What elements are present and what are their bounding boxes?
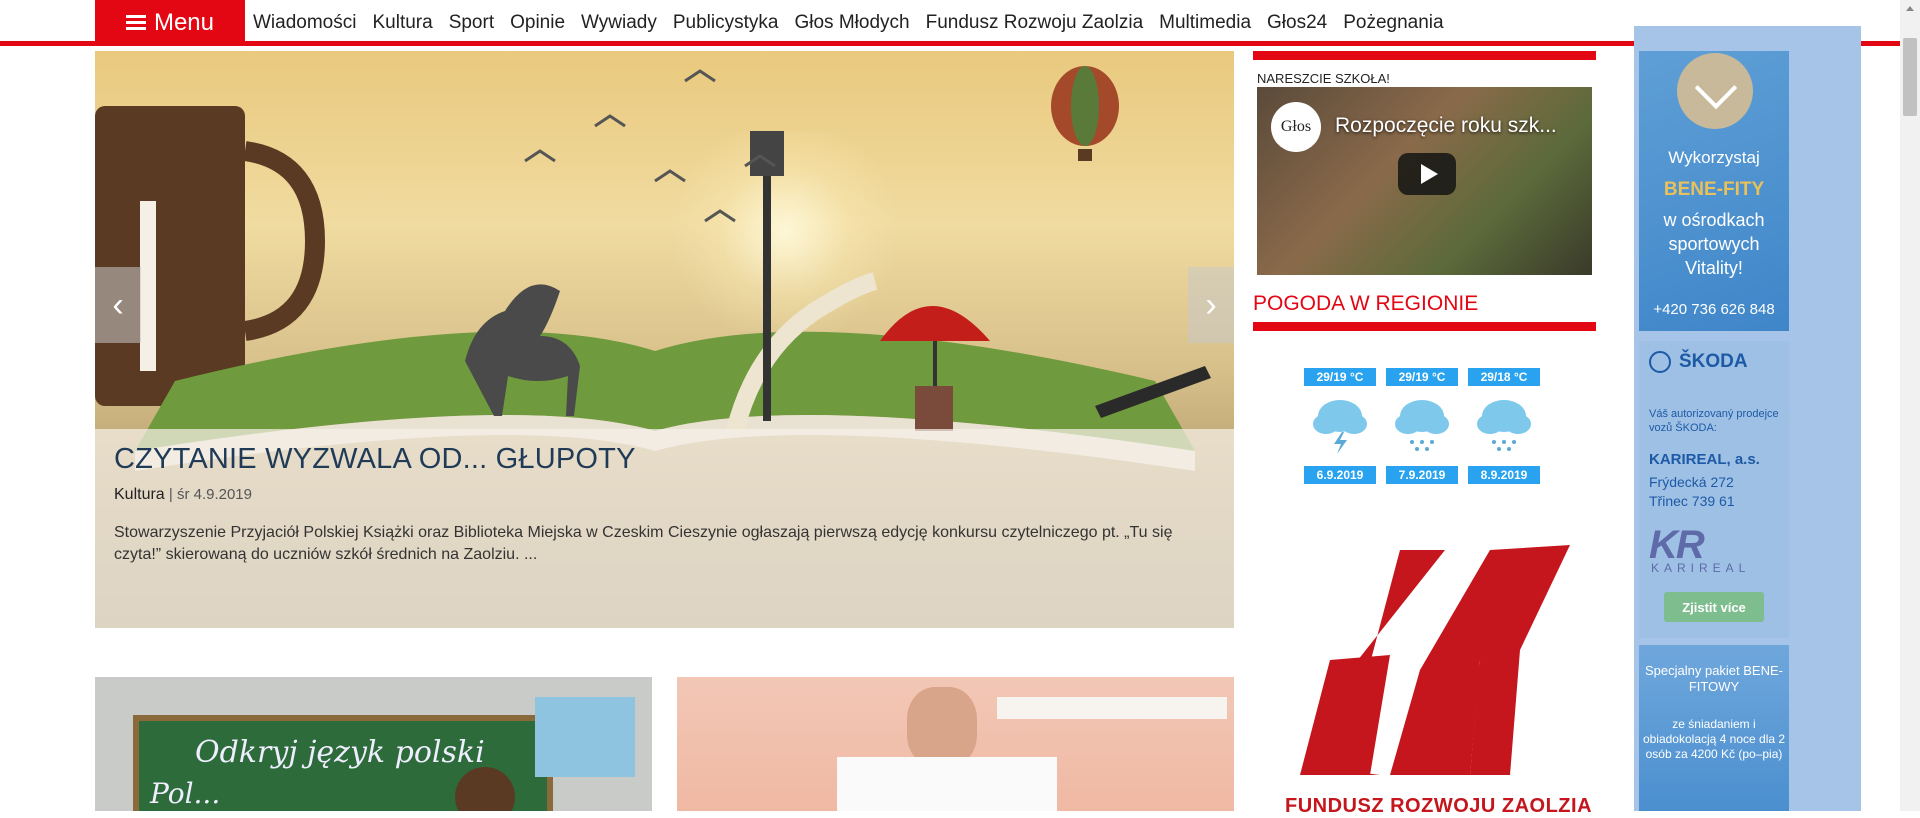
channel-logo: Głos bbox=[1271, 102, 1321, 152]
ad-text: Specjalny pakiet BENE-FITOWY bbox=[1644, 663, 1783, 694]
ad-text: Wykorzystaj bbox=[1668, 148, 1760, 167]
scroll-up-icon[interactable] bbox=[1903, 2, 1917, 16]
weather-day: 29/18 °C 8.9.2019 bbox=[1468, 368, 1540, 484]
kr-logo-text: KARIREAL bbox=[1651, 561, 1751, 575]
nav-item-glos24[interactable]: Głos24 bbox=[1267, 12, 1327, 34]
nav-item-glos-mlodych[interactable]: Głos Młodych bbox=[794, 12, 909, 34]
nav-item-wiadomosci[interactable]: Wiadomości bbox=[253, 12, 356, 34]
dealer-name: KARIREAL, a.s. bbox=[1649, 451, 1760, 468]
ad-text: w ośrodkach sportowych Vitality! bbox=[1663, 210, 1765, 278]
dealer-address: Frýdecká 272 Třinec 739 61 bbox=[1649, 473, 1735, 511]
address-line: Frýdecká 272 bbox=[1649, 474, 1734, 490]
nav-item-fundusz[interactable]: Fundusz Rozwoju Zaolzia bbox=[926, 12, 1144, 34]
menu-button[interactable]: Menu bbox=[95, 0, 245, 46]
play-icon[interactable] bbox=[1398, 153, 1456, 195]
weather-temp: 29/18 °C bbox=[1468, 368, 1540, 386]
menu-label: Menu bbox=[153, 9, 215, 36]
rain-cloud-icon bbox=[1477, 400, 1531, 451]
article-thumbnail[interactable]: Odkryj język polski Pol... bbox=[95, 677, 652, 811]
video-title[interactable]: Rozpoczęcie roku szk... bbox=[1335, 114, 1557, 138]
fundusz-logo[interactable] bbox=[1280, 540, 1580, 795]
hero-date: | śr 4.9.2019 bbox=[168, 486, 252, 503]
main-nav: Wiadomości Kultura Sport Opinie Wywiady … bbox=[253, 0, 1460, 46]
fundusz-text: FUNDUSZ ROZWOJU ZAOLZIA bbox=[1285, 795, 1593, 817]
address-line: Třinec 739 61 bbox=[1649, 493, 1735, 509]
drawing-image bbox=[535, 697, 635, 777]
shirt-image bbox=[837, 757, 1057, 811]
hero-meta: Kultura | śr 4.9.2019 bbox=[114, 486, 1215, 504]
ad-text: Váš autorizovaný prodejce vozů ŠKODA: bbox=[1649, 408, 1779, 434]
ad-text: BENE-FITY bbox=[1663, 179, 1765, 200]
hero-caption: CZYTANIE WYZWALA OD... GŁUPOTY Kultura |… bbox=[95, 429, 1234, 628]
slider-next-arrow[interactable]: › bbox=[1188, 267, 1234, 343]
person-image bbox=[907, 687, 977, 767]
article-thumbnail[interactable] bbox=[677, 677, 1234, 811]
ad-banner-skoda[interactable]: ŠKODA Váš autorizovaný prodejce vozů ŠKO… bbox=[1639, 341, 1789, 638]
rain-cloud-icon bbox=[1395, 400, 1449, 451]
hero-slider[interactable]: ‹ › CZYTANIE WYZWALA OD... GŁUPOTY Kultu… bbox=[95, 51, 1234, 628]
weather-day: 29/19 °C 6.9.2019 bbox=[1304, 368, 1376, 484]
brand-name: ŠKODA bbox=[1679, 351, 1748, 373]
hero-title[interactable]: CZYTANIE WYZWALA OD... GŁUPOTY bbox=[114, 443, 1215, 476]
video-label: NARESZCIE SZKOŁA! bbox=[1257, 71, 1390, 86]
nav-item-sport[interactable]: Sport bbox=[449, 12, 494, 34]
hero-excerpt: Stowarzyszenie Przyjaciół Polskiej Książ… bbox=[114, 524, 1173, 563]
storm-cloud-icon bbox=[1313, 400, 1367, 454]
divider-bar bbox=[1253, 51, 1596, 60]
air-conditioner-image bbox=[997, 697, 1227, 719]
hamburger-icon bbox=[125, 15, 146, 31]
nav-item-kultura[interactable]: Kultura bbox=[372, 12, 432, 34]
nav-item-multimedia[interactable]: Multimedia bbox=[1159, 12, 1251, 34]
weather-date: 8.9.2019 bbox=[1468, 466, 1540, 484]
weather-day: 29/19 °C 7.9.2019 bbox=[1386, 368, 1458, 484]
ad-text: ze śniadaniem i obiadokolacją 4 noce dla… bbox=[1642, 717, 1786, 761]
chalkboard-text: Pol... bbox=[150, 777, 221, 810]
checkmark-icon bbox=[1677, 53, 1753, 129]
page-scrollbar[interactable] bbox=[1900, 0, 1920, 811]
chalkboard-text: Odkryj język polski bbox=[195, 735, 485, 770]
slider-prev-arrow[interactable]: ‹ bbox=[95, 267, 141, 343]
weather-date: 6.9.2019 bbox=[1304, 466, 1376, 484]
weather-temp: 29/19 °C bbox=[1304, 368, 1376, 386]
weather-title: POGODA W REGIONIE bbox=[1253, 292, 1479, 315]
weather-date: 7.9.2019 bbox=[1386, 466, 1458, 484]
weather-temp: 29/19 °C bbox=[1386, 368, 1458, 386]
nav-item-wywiady[interactable]: Wywiady bbox=[581, 12, 657, 34]
ad-banner-benefity[interactable]: Wykorzystaj BENE-FITY w ośrodkach sporto… bbox=[1639, 51, 1789, 331]
ad-banner-package[interactable]: Specjalny pakiet BENE-FITOWY ze śniadani… bbox=[1639, 645, 1789, 811]
video-embed[interactable]: Głos Rozpoczęcie roku szk... bbox=[1257, 87, 1592, 275]
nav-item-pozegnania[interactable]: Pożegnania bbox=[1343, 12, 1443, 34]
top-navbar: Menu Wiadomości Kultura Sport Opinie Wyw… bbox=[0, 0, 1920, 46]
divider-bar bbox=[1253, 322, 1596, 331]
nav-item-publicystyka[interactable]: Publicystyka bbox=[673, 12, 779, 34]
skoda-brand: ŠKODA bbox=[1649, 351, 1748, 373]
skoda-logo-icon bbox=[1649, 351, 1671, 373]
nav-item-opinie[interactable]: Opinie bbox=[510, 12, 565, 34]
scrollbar-thumb[interactable] bbox=[1903, 38, 1917, 116]
more-button[interactable]: Zjistit více bbox=[1664, 592, 1764, 622]
hero-category[interactable]: Kultura bbox=[114, 486, 165, 503]
ad-phone: +420 736 626 848 bbox=[1653, 301, 1775, 318]
